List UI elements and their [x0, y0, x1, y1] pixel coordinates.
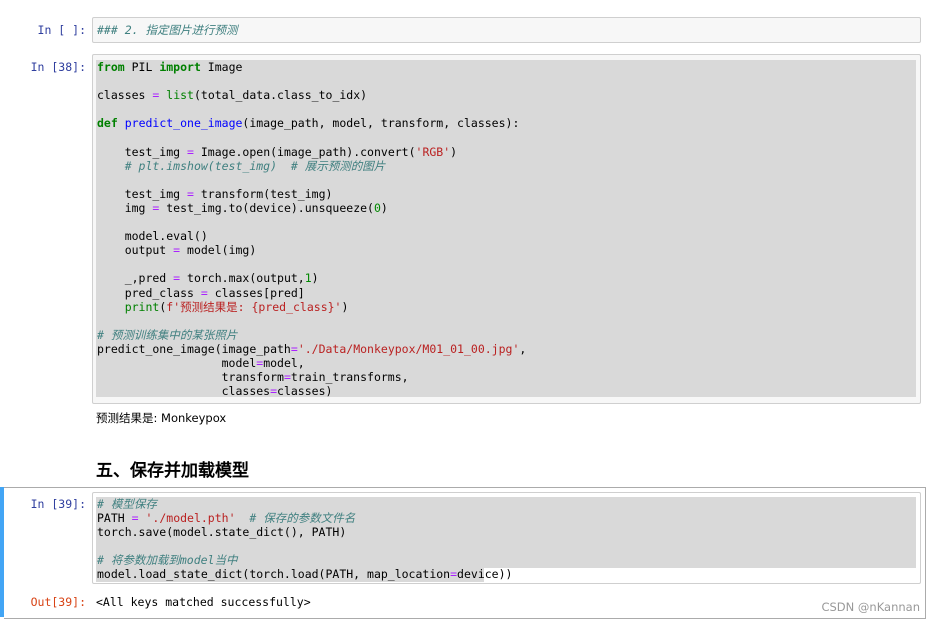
cell2-input-area[interactable]: from PIL import Image classes = list(tot…	[92, 54, 921, 404]
section-heading: 五、保存并加载模型	[96, 461, 249, 481]
watermark: CSDN @nKannan	[821, 600, 920, 614]
cell2-code-line: model=model,	[97, 355, 305, 370]
cell2-code-line: # plt.imshow(test_img) # 展示预测的图片	[124, 158, 386, 173]
cell3-output: <All keys matched successfully>	[96, 595, 311, 609]
cell2-code-line: print(f'预测结果是: {pred_class}')	[124, 299, 349, 314]
cell2-code-line: output = model(img)	[97, 243, 257, 258]
cell1-code: ### 2. 指定图片进行预测	[97, 23, 238, 37]
cell2-code-line: _,pred = torch.max(output,1)	[97, 271, 319, 286]
cell3-code-line: # 模型保存	[97, 497, 157, 511]
cell3-input-area[interactable]: # 模型保存 PATH = './model.pth' # 保存的参数文件名 t…	[92, 492, 921, 584]
cell2-code-line: predict_one_image(image_path='./Data/Mon…	[97, 341, 527, 356]
cell2-code-line: classes=classes)	[97, 384, 333, 399]
cell3-code-line: torch.save(model.state_dict(), PATH)	[97, 525, 347, 540]
cell2-code: from PIL import Image classes = list(tot…	[97, 60, 526, 398]
cell3-code-line: PATH = './model.pth' # 保存的参数文件名	[97, 511, 356, 526]
cell2-code-line: # 预测训练集中的某张照片	[97, 327, 238, 342]
cell3-input-prompt: In [39]:	[30, 497, 86, 511]
cell1-input-area[interactable]: ### 2. 指定图片进行预测	[92, 17, 921, 43]
cell2-output: 预测结果是: Monkeypox	[96, 411, 227, 425]
cell1-input-prompt: In [ ]:	[37, 23, 86, 37]
cell2-code-line: from PIL import Image	[97, 60, 243, 74]
cell2-code-line: def predict_one_image(image_path, model,…	[97, 116, 520, 131]
cell2-input-prompt: In [38]:	[30, 60, 86, 74]
cell3-output-prompt: Out[39]:	[30, 595, 86, 609]
cell2-code-line: test_img = Image.open(image_path).conver…	[97, 144, 458, 159]
cell2-code-line: pred_class = classes[pred]	[97, 285, 305, 300]
cell3-code-line: # 将参数加载到model当中	[97, 553, 238, 568]
cell2-code-line: test_img = transform(test_img)	[97, 186, 333, 201]
cell2-code-line: classes = list(total_data.class_to_idx)	[97, 88, 368, 103]
cell2-code-line: transform=train_transforms,	[97, 370, 409, 385]
cell2-code-line: img = test_img.to(device).unsqueeze(0)	[97, 200, 388, 215]
cell2-code-line: model.eval()	[97, 229, 208, 244]
cell3-code-line: model.load_state_dict(torch.load(PATH, m…	[97, 567, 513, 582]
cell3-code: # 模型保存 PATH = './model.pth' # 保存的参数文件名 t…	[97, 497, 512, 582]
